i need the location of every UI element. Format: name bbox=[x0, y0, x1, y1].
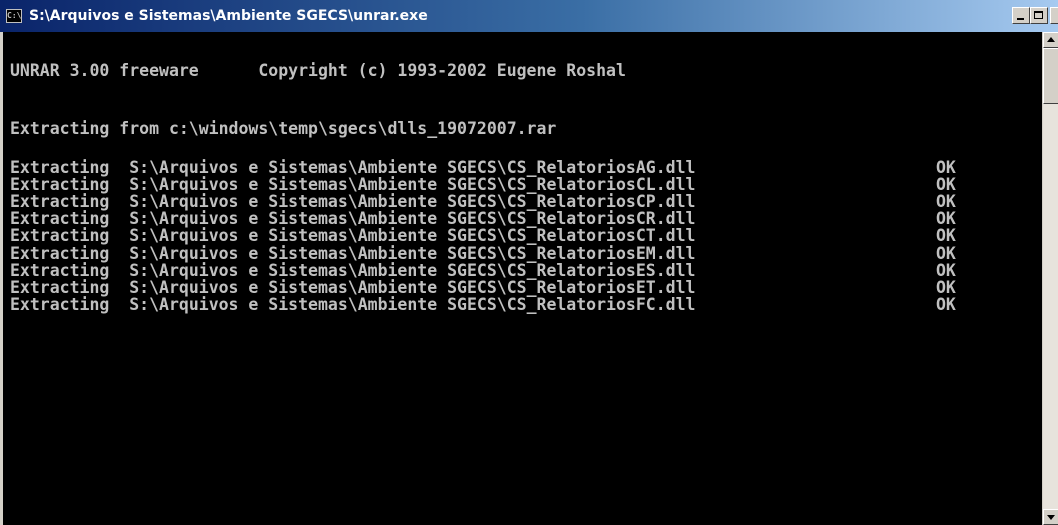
maximize-icon bbox=[1034, 11, 1043, 19]
console-output[interactable]: UNRAR 3.00 freeware Copyright (c) 1993-2… bbox=[3, 32, 1042, 525]
extraction-status: OK bbox=[936, 294, 956, 314]
window-title-bar[interactable]: C:\ S:\Arquivos e Sistemas\Ambiente SGEC… bbox=[0, 0, 1058, 32]
extraction-path: S:\Arquivos e Sistemas\Ambiente SGECS\CS… bbox=[129, 294, 696, 314]
extraction-action: Extracting bbox=[10, 294, 110, 314]
console-icon[interactable]: C:\ bbox=[6, 9, 22, 23]
minimize-button[interactable] bbox=[1012, 7, 1030, 24]
arrow-down-icon bbox=[1047, 515, 1055, 520]
vertical-scrollbar[interactable] bbox=[1042, 32, 1058, 525]
extraction-row: Extracting S:\Arquivos e Sistemas\Ambien… bbox=[10, 294, 956, 314]
console-header-line: UNRAR 3.00 freeware Copyright (c) 1993-2… bbox=[10, 61, 626, 80]
scroll-up-button[interactable] bbox=[1043, 32, 1058, 48]
window-title: S:\Arquivos e Sistemas\Ambiente SGECS\un… bbox=[29, 8, 428, 24]
arrow-up-icon bbox=[1047, 37, 1055, 42]
maximize-button[interactable] bbox=[1030, 7, 1048, 24]
minimize-icon bbox=[1017, 18, 1024, 20]
scrollbar-thumb[interactable] bbox=[1043, 48, 1058, 104]
close-button[interactable] bbox=[1050, 7, 1058, 24]
console-archive-line: Extracting from c:\windows\temp\sgecs\dl… bbox=[10, 119, 557, 138]
scroll-down-button[interactable] bbox=[1043, 509, 1058, 525]
